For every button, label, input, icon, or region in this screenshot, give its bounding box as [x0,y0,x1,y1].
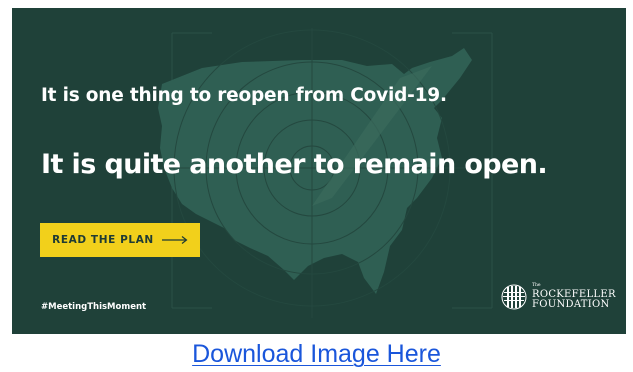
globe-logo-icon [501,284,527,310]
logo-line-2: FOUNDATION [532,298,610,310]
arrow-right-icon [161,236,188,244]
read-the-plan-button[interactable]: READ THE PLAN [40,223,200,257]
hashtag-text: #MeetingThisMoment [41,302,147,312]
logo-wordmark: The ROCKEFELLER FOUNDATION [532,284,616,310]
download-image-link[interactable]: Download Image Here [0,340,633,369]
rockefeller-foundation-logo: The ROCKEFELLER FOUNDATION [501,284,616,310]
headline-primary: It is one thing to reopen from Covid-19. [41,85,447,106]
promo-banner: It is one thing to reopen from Covid-19.… [12,8,626,334]
headline-secondary: It is quite another to remain open. [41,149,548,180]
read-the-plan-label: READ THE PLAN [52,234,154,246]
